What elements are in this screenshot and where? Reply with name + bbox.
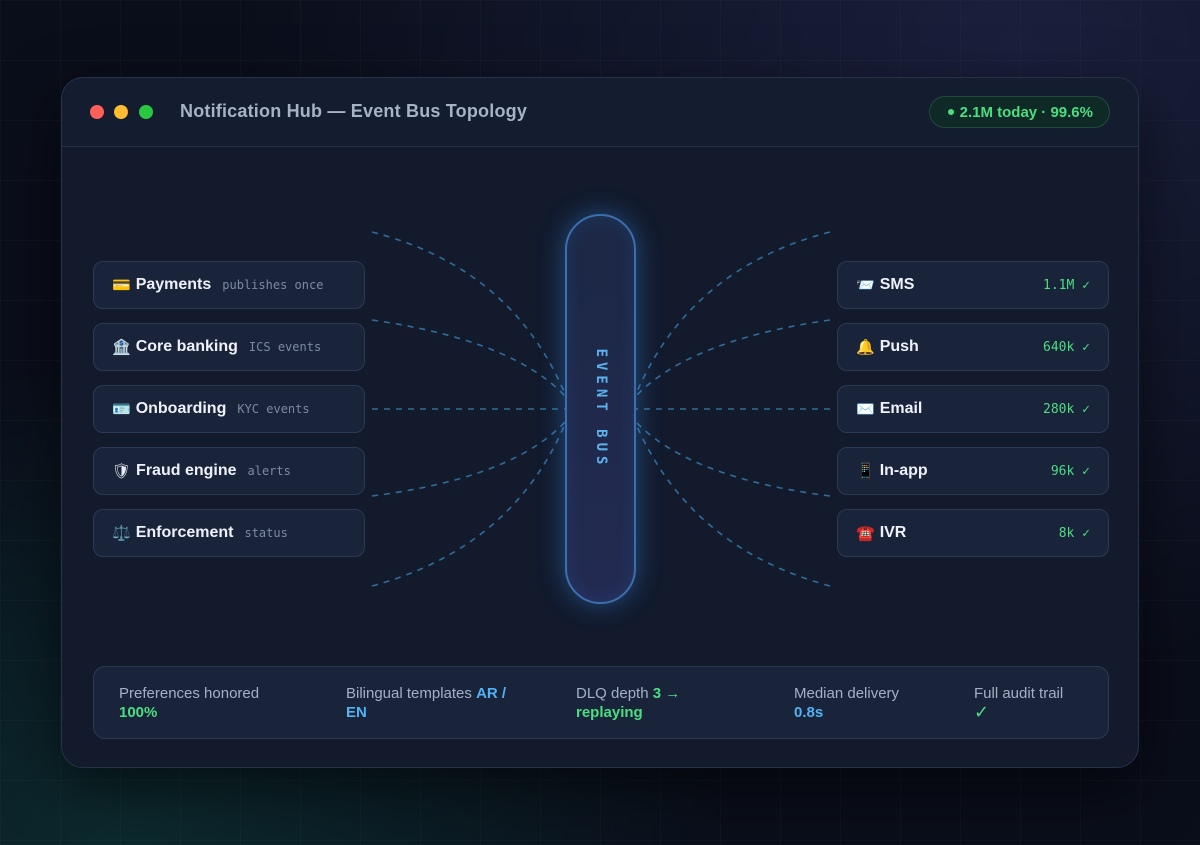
source-subtitle: status (244, 526, 288, 540)
window-title: Notification Hub — Event Bus Topology (180, 101, 528, 121)
status-dot-icon (947, 109, 954, 115)
channel-count: 640k ✓ (1043, 339, 1090, 355)
channel-count: 96k ✓ (1050, 463, 1090, 479)
stat-preferences: Preferences honored 100% (119, 684, 319, 722)
channel-count: 1.1M ✓ (1043, 277, 1090, 293)
stat-value: 3 → (652, 685, 681, 702)
link-source-5 (371, 423, 566, 587)
credit-card-icon: 💳 (112, 277, 131, 294)
mail-icon: ✉️ (856, 401, 875, 418)
channel-name: SMS (879, 276, 915, 293)
close-window-button[interactable] (90, 105, 104, 119)
link-channel-1 (635, 231, 831, 395)
stat-value: EN (346, 704, 367, 721)
channel-card-ivr[interactable]: ☎️ IVR 8k ✓ (837, 509, 1109, 557)
channel-name: In-app (879, 462, 928, 479)
event-bus[interactable]: EVENT BUS (565, 214, 636, 604)
channel-card-in-app[interactable]: 📱 In-app 96k ✓ (837, 447, 1109, 495)
source-name: Onboarding (135, 400, 227, 417)
link-source-2 (371, 319, 566, 397)
channel-card-email[interactable]: ✉️ Email 280k ✓ (837, 385, 1109, 433)
link-source-1 (371, 231, 566, 395)
shield-icon: 🛡 (112, 463, 132, 480)
envelope-icon: 📨 (856, 277, 875, 294)
stat-label: DLQ depth (576, 685, 649, 702)
stat-label: Full audit trail (974, 685, 1064, 702)
check-icon: ✓ (974, 702, 990, 722)
stat-dlq: DLQ depth 3 → replaying (576, 684, 776, 722)
title-bar: Notification Hub — Event Bus Topology 2.… (62, 78, 1138, 147)
source-card-onboarding[interactable]: 🪪 Onboarding KYC events (93, 385, 365, 433)
source-name: Core banking (135, 338, 238, 355)
source-subtitle: ICS events (248, 340, 322, 354)
scales-icon: ⚖️ (112, 525, 131, 542)
link-source-4 (371, 421, 566, 497)
status-text: 2.1M today · 99.6% (959, 103, 1093, 121)
source-card-payments[interactable]: 💳 Payments publishes once (93, 261, 365, 309)
channel-count: 8k ✓ (1058, 525, 1090, 541)
maximize-window-button[interactable] (139, 105, 153, 119)
phone-icon: 📱 (856, 463, 875, 480)
source-card-fraud-engine[interactable]: 🛡 Fraud engine alerts (93, 447, 365, 495)
event-bus-label: EVENT BUS (592, 348, 609, 470)
bell-icon: 🔔 (856, 339, 875, 356)
app-window: Notification Hub — Event Bus Topology 2.… (61, 77, 1139, 768)
stat-value: 100% (119, 704, 158, 721)
link-channel-2 (635, 319, 831, 397)
source-card-core-banking[interactable]: 🏦 Core banking ICS events (93, 323, 365, 371)
link-channel-4 (635, 421, 831, 497)
stat-audit: Full audit trail ✓ (974, 684, 1099, 723)
stat-value: replaying (576, 704, 643, 721)
source-name: Enforcement (135, 524, 234, 541)
status-badge: 2.1M today · 99.6% (928, 96, 1110, 128)
source-subtitle: alerts (247, 464, 291, 478)
source-card-enforcement[interactable]: ⚖️ Enforcement status (93, 509, 365, 557)
channel-name: IVR (879, 524, 907, 541)
source-name: Fraud engine (136, 462, 237, 479)
source-name: Payments (135, 276, 212, 293)
stat-label: Preferences honored (119, 685, 260, 702)
telephone-icon: ☎️ (856, 525, 875, 542)
stat-value: AR / (476, 685, 507, 702)
stat-median: Median delivery 0.8s (794, 684, 964, 722)
id-card-icon: 🪪 (112, 401, 131, 418)
channel-name: Email (879, 400, 923, 417)
stat-label: Bilingual templates (346, 685, 472, 702)
stat-value: 0.8s (794, 704, 824, 721)
channel-card-sms[interactable]: 📨 SMS 1.1M ✓ (837, 261, 1109, 309)
channel-name: Push (879, 338, 919, 355)
source-subtitle: KYC events (237, 402, 310, 416)
source-subtitle: publishes once (222, 278, 324, 292)
minimize-window-button[interactable] (114, 105, 128, 119)
stat-templates: Bilingual templates AR / EN (346, 684, 546, 722)
link-channel-5 (635, 423, 831, 587)
stats-bar: Preferences honored 100% Bilingual templ… (93, 666, 1109, 739)
stat-label: Median delivery (794, 685, 900, 702)
channel-count: 280k ✓ (1043, 401, 1090, 417)
channel-card-push[interactable]: 🔔 Push 640k ✓ (837, 323, 1109, 371)
bank-icon: 🏦 (112, 339, 131, 356)
